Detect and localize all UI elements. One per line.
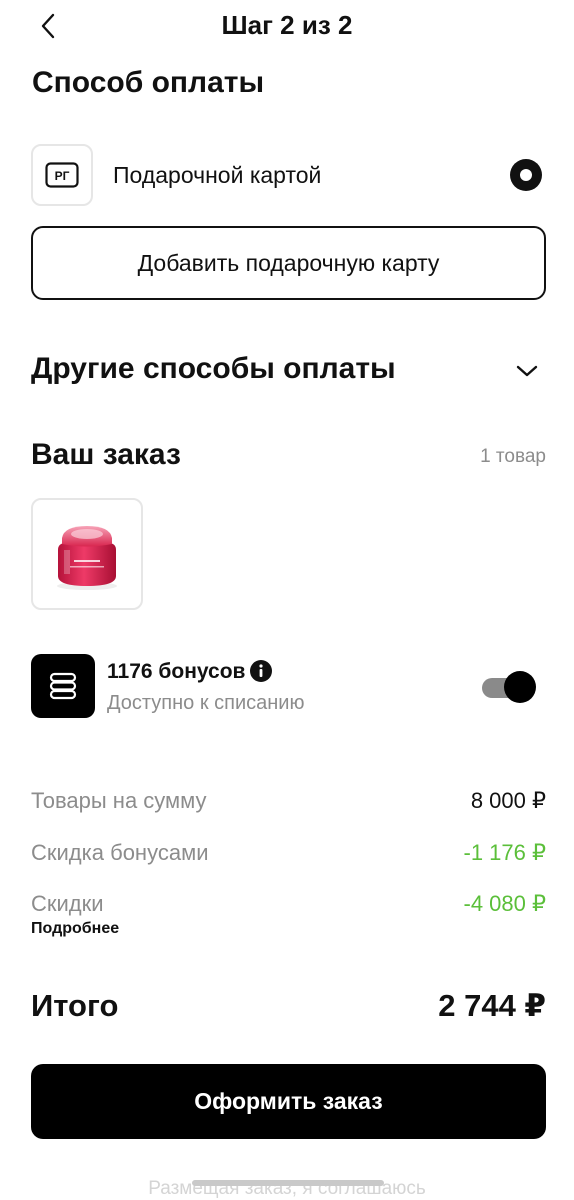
summary-discounts-value: -4 080 ₽ (463, 891, 547, 916)
order-header: Ваш заказ 1 товар (31, 436, 546, 480)
chevron-down-icon (516, 365, 538, 377)
gift-card-label: Подарочной картой (113, 162, 322, 188)
bonus-block: 1176 бонусов Доступно к списанию (31, 654, 546, 720)
summary-bonus-discount-row: Скидка бонусами -1 176 ₽ (31, 840, 546, 870)
bonus-amount: 1176 бонусов (107, 660, 246, 683)
header: Шаг 2 из 2 (0, 0, 574, 52)
home-indicator (192, 1180, 384, 1186)
gift-card-glyph: РГ (45, 162, 79, 188)
cream-jar-image (57, 526, 117, 590)
summary-items-value: 8 000 ₽ (470, 788, 546, 813)
bonus-toggle[interactable] (482, 670, 536, 704)
bonus-coins-icon (31, 654, 95, 718)
other-payment-methods-label: Другие способы оплаты (31, 352, 396, 385)
summary-discounts-label: Скидки (31, 891, 104, 916)
gift-card-payment-option[interactable]: РГ Подарочной картой (31, 144, 545, 208)
discounts-details-link[interactable]: Подробнее (31, 920, 119, 938)
payment-section-title: Способ оплаты (32, 66, 265, 99)
add-gift-card-button[interactable]: Добавить подарочную карту (31, 226, 546, 300)
gift-card-icon-text: РГ (55, 169, 70, 183)
toggle-knob (504, 671, 536, 703)
summary-bonus-discount-value: -1 176 ₽ (463, 840, 547, 865)
product-thumbnail[interactable] (31, 498, 143, 610)
place-order-button[interactable]: Оформить заказ (31, 1064, 546, 1139)
other-payment-methods-toggle[interactable]: Другие способы оплаты (31, 344, 546, 398)
page-title: Шаг 2 из 2 (221, 10, 353, 40)
gift-card-radio[interactable] (510, 159, 542, 191)
checkout-page: Шаг 2 из 2 Способ оплаты РГ Подарочной к… (0, 0, 574, 1200)
gift-card-icon: РГ (31, 144, 93, 206)
summary-discounts-row: Скидки -4 080 ₽ (31, 891, 546, 921)
info-icon[interactable] (249, 659, 273, 683)
total-row: Итого 2 744 ₽ (31, 988, 546, 1030)
summary-items-label: Товары на сумму (31, 788, 207, 813)
order-item-count: 1 товар (480, 446, 546, 467)
summary-bonus-discount-label: Скидка бонусами (31, 840, 209, 865)
bonus-subtitle: Доступно к списанию (107, 692, 305, 714)
total-value: 2 744 ₽ (438, 988, 546, 1023)
total-label: Итого (31, 988, 119, 1023)
order-title: Ваш заказ (31, 438, 181, 471)
summary-items-row: Товары на сумму 8 000 ₽ (31, 788, 546, 818)
